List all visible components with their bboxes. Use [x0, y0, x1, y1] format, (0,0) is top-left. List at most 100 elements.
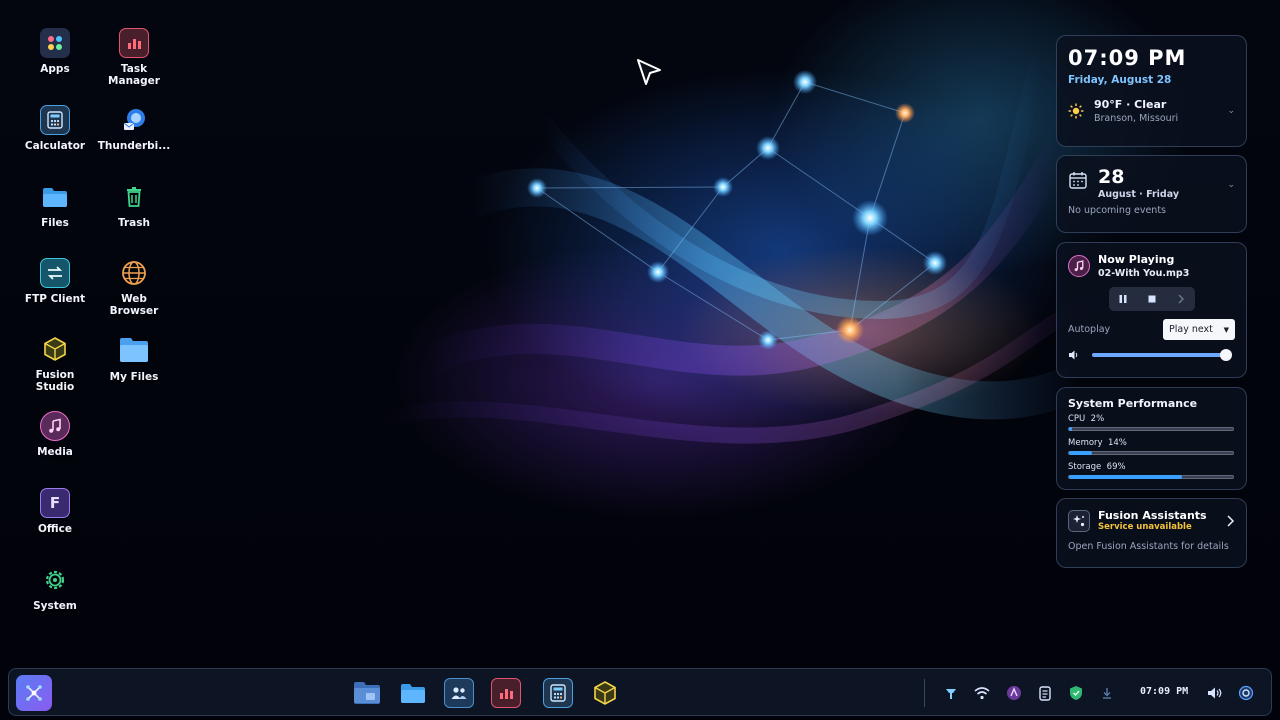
volume-slider[interactable] [1092, 349, 1232, 361]
desktop-icon-web-browser[interactable]: Web Browser [93, 258, 175, 317]
folder-icon [353, 680, 381, 706]
tray-download-icon[interactable] [1097, 683, 1117, 703]
desktop-icon-ftp-client[interactable]: FTP Client [14, 258, 96, 305]
weather-location: Branson, Missouri [1094, 113, 1179, 124]
task-manager-icon [119, 28, 149, 58]
storage-bar [1068, 475, 1234, 479]
desktop-icon-calculator[interactable]: Calculator [14, 105, 96, 152]
storage-bar-fill [1069, 475, 1183, 479]
media-player-widget: Now Playing 02-With You.mp3 Autoplay Pla… [1056, 242, 1247, 378]
ftp-icon [40, 258, 70, 288]
taskbar-app-file-manager[interactable] [352, 678, 382, 708]
assistant-status: Service unavailable [1098, 522, 1192, 532]
folder-icon [118, 334, 150, 366]
desktop-icon-label: Files [41, 217, 69, 229]
music-note-icon [1068, 255, 1090, 277]
sparkle-icon [1068, 509, 1090, 532]
folder-icon [400, 682, 426, 704]
desktop-icon-label: My Files [109, 371, 159, 383]
assistant-hint: Open Fusion Assistants for details [1068, 541, 1229, 552]
sun-icon [1068, 103, 1088, 119]
stop-button[interactable] [1147, 294, 1157, 304]
taskbar-app-task-manager[interactable] [491, 678, 521, 708]
fusion-assistants-widget[interactable]: Fusion Assistants Service unavailable Op… [1056, 498, 1247, 568]
media-track: 02-With You.mp3 [1098, 268, 1190, 279]
calculator-icon [550, 684, 566, 702]
desktop-icon-system[interactable]: System [14, 565, 96, 612]
apps-grid-icon [40, 28, 70, 58]
desktop-icon-label: Calculator [24, 140, 86, 152]
tray-wifi-icon[interactable] [972, 683, 992, 703]
start-menu-button[interactable] [16, 675, 52, 711]
storage-label: Storage 69% [1068, 462, 1126, 472]
tray-settings-icon[interactable] [1236, 683, 1256, 703]
taskbar-app-calculator[interactable] [543, 678, 573, 708]
desktop-icon-office[interactable]: F Office [14, 488, 96, 535]
autoplay-selected-value: Play next [1169, 324, 1213, 335]
task-manager-icon [497, 685, 515, 701]
desktop-icon-thunderbird[interactable]: Thunderbi... [93, 105, 175, 152]
chevron-down-icon[interactable]: ⌄ [1227, 180, 1235, 190]
dropdown-arrow-icon: ▼ [1223, 325, 1229, 334]
mouse-cursor-icon [636, 58, 662, 90]
assistant-title: Fusion Assistants [1098, 509, 1207, 522]
people-icon [450, 685, 468, 701]
perf-title: System Performance [1068, 397, 1198, 410]
calendar-subtitle: August · Friday [1098, 189, 1180, 200]
memory-label: Memory 14% [1068, 438, 1127, 448]
taskbar: 07:09 PM [8, 668, 1272, 716]
chevron-down-icon[interactable]: ⌄ [1227, 106, 1235, 116]
volume-icon[interactable] [1068, 349, 1088, 361]
weather-summary: 90°F · Clear [1094, 98, 1167, 111]
cube-icon [592, 680, 618, 706]
calendar-events: No upcoming events [1068, 205, 1166, 216]
tray-notification-icon[interactable] [1004, 683, 1024, 703]
chevron-right-icon[interactable] [1225, 514, 1235, 527]
system-performance-widget[interactable]: System Performance CPU 2% Memory 14% Sto… [1056, 387, 1247, 490]
desktop-icon-label: System [33, 600, 77, 612]
calendar-widget[interactable]: 28 August · Friday ⌄ No upcoming events [1056, 155, 1247, 233]
clock-date: Friday, August 28 [1068, 74, 1172, 86]
clock-weather-widget: 07:09 PM Friday, August 28 90°F · Clear … [1056, 35, 1247, 147]
desktop-icon-trash[interactable]: Trash [93, 182, 175, 229]
memory-bar [1068, 451, 1234, 455]
autoplay-select[interactable]: Play next ▼ [1163, 319, 1235, 340]
calendar-day: 28 [1098, 166, 1125, 188]
desktop-icon-label: Media [37, 446, 73, 458]
tray-clipboard-icon[interactable] [1035, 683, 1055, 703]
launcher-icon [23, 682, 45, 704]
desktop-icon-apps[interactable]: Apps [14, 28, 96, 75]
globe-icon [119, 258, 149, 288]
cpu-label: CPU 2% [1068, 414, 1105, 424]
desktop-icon-files[interactable]: Files [14, 182, 96, 229]
taskbar-app-files[interactable] [398, 678, 428, 708]
tray-shield-icon[interactable] [1066, 683, 1086, 703]
desktop-icon-label: Web Browser [109, 293, 159, 317]
memory-bar-fill [1069, 451, 1092, 455]
office-icon: F [40, 488, 70, 518]
desktop-icon-label: Apps [40, 63, 70, 75]
desktop-icon-label: Fusion Studio [35, 369, 75, 393]
tray-network-icon[interactable] [941, 683, 961, 703]
desktop-icon-media[interactable]: Media [14, 411, 96, 458]
weather-row[interactable]: 90°F · Clear Branson, Missouri ⌄ [1068, 98, 1235, 124]
autoplay-label: Autoplay [1068, 324, 1111, 335]
tray-volume-icon[interactable] [1205, 683, 1225, 703]
trash-icon [119, 182, 149, 212]
cube-icon [40, 334, 70, 364]
next-button[interactable] [1176, 294, 1186, 304]
taskbar-app-contacts[interactable] [444, 678, 474, 708]
clock-time: 07:09 PM [1068, 46, 1187, 70]
desktop-icon-label: Office [38, 523, 72, 535]
taskbar-clock[interactable]: 07:09 PM [1140, 686, 1188, 697]
taskbar-app-fusion-studio[interactable] [590, 678, 620, 708]
volume-slider-handle[interactable] [1220, 349, 1232, 361]
gear-icon [40, 565, 70, 595]
desktop-icon-fusion-studio[interactable]: Fusion Studio [14, 334, 96, 393]
taskbar-divider [924, 679, 925, 707]
desktop-icon-my-files[interactable]: My Files [93, 334, 175, 383]
cpu-bar-fill [1069, 427, 1073, 431]
desktop-icon-label: Trash [118, 217, 150, 229]
desktop-icon-task-manager[interactable]: Task Manager [93, 28, 175, 87]
pause-button[interactable] [1118, 294, 1128, 304]
